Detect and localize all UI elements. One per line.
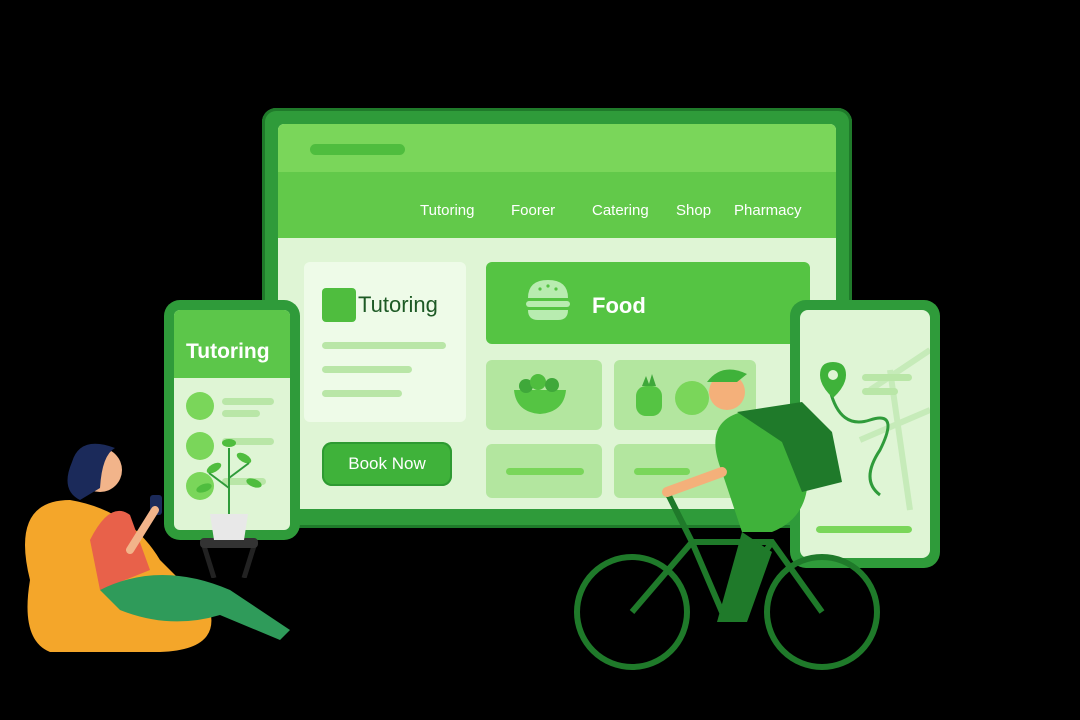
- text-placeholder-line: [222, 410, 260, 417]
- nav-item-catering[interactable]: Catering: [592, 202, 649, 219]
- tutoring-title: Tutoring: [358, 292, 438, 317]
- food-title: Food: [592, 293, 646, 318]
- text-placeholder-line: [322, 342, 446, 349]
- salad-icon: [514, 374, 566, 414]
- nav-item-tutoring[interactable]: Tutoring: [420, 202, 474, 219]
- address-bar[interactable]: [310, 144, 405, 155]
- nav-item-foorer[interactable]: Foorer: [511, 202, 555, 219]
- woman-illustration: [25, 443, 290, 652]
- browser-topbar: [278, 124, 836, 172]
- text-placeholder-line: [222, 398, 274, 405]
- tutoring-logo-icon: [322, 288, 356, 322]
- text-placeholder-line: [322, 390, 402, 397]
- book-now-button[interactable]: Book Now: [322, 442, 452, 486]
- mobile-title: Tutoring: [186, 340, 270, 363]
- nav-item-pharmacy[interactable]: Pharmacy: [734, 202, 802, 219]
- nav-item-shop[interactable]: Shop: [676, 202, 711, 219]
- avatar: [186, 392, 214, 420]
- text-placeholder-line: [322, 366, 412, 373]
- delivery-rider-illustration: [574, 369, 880, 670]
- burger-icon: [526, 280, 570, 320]
